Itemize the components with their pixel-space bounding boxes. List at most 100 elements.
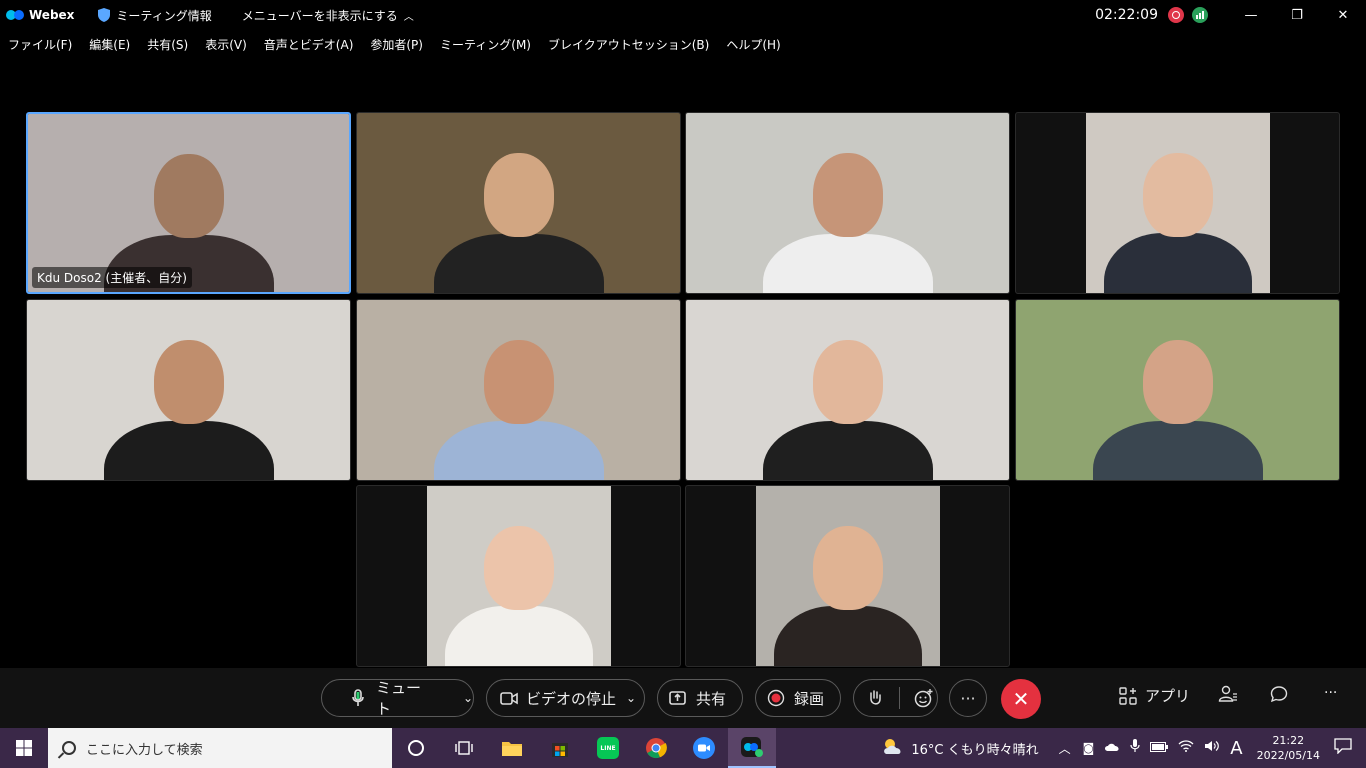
minimize-button[interactable]: — bbox=[1228, 0, 1274, 30]
menu-file[interactable]: ファイル(F) bbox=[8, 36, 72, 53]
store-button[interactable] bbox=[536, 728, 584, 768]
video-tile[interactable] bbox=[685, 112, 1010, 294]
taskbar-date: 2022/05/14 bbox=[1256, 749, 1320, 762]
meeting-info-button[interactable]: ミーティング情報 bbox=[98, 7, 212, 24]
start-button[interactable] bbox=[0, 728, 48, 768]
stop-video-button[interactable]: ビデオの停止 ⌄ bbox=[486, 679, 645, 717]
video-tile[interactable] bbox=[685, 299, 1010, 481]
participant-face bbox=[484, 526, 554, 610]
chevron-down-icon[interactable]: ⌄ bbox=[463, 691, 473, 705]
wifi-icon[interactable] bbox=[1178, 740, 1194, 756]
participant-face bbox=[483, 153, 554, 237]
participant-body bbox=[1092, 420, 1263, 480]
zoom-button[interactable] bbox=[680, 728, 728, 768]
camera-tray-icon[interactable]: ◙ bbox=[1083, 741, 1095, 755]
menu-share[interactable]: 共有(S) bbox=[147, 36, 188, 53]
share-label: 共有 bbox=[696, 689, 727, 708]
video-tile[interactable] bbox=[26, 299, 351, 481]
windows-logo-icon bbox=[16, 740, 32, 756]
meeting-controls: ミュート ⌄ ビデオの停止 ⌄ 共有 録画 ··· ✕ アプリ ··· bbox=[0, 668, 1366, 728]
record-button[interactable]: 録画 bbox=[755, 679, 841, 717]
chrome-button[interactable] bbox=[632, 728, 680, 768]
apps-label: アプリ bbox=[1145, 687, 1191, 705]
close-icon: ✕ bbox=[1012, 687, 1030, 711]
menu-meeting[interactable]: ミーティング(M) bbox=[440, 36, 531, 53]
video-tile[interactable] bbox=[356, 299, 681, 481]
line-app-button[interactable]: LINE bbox=[584, 728, 632, 768]
task-view-button[interactable] bbox=[440, 728, 488, 768]
participant-body bbox=[445, 606, 593, 666]
participant-body bbox=[103, 420, 274, 480]
menu-participants[interactable]: 参加者(P) bbox=[370, 36, 423, 53]
hide-menubar-button[interactable]: メニューバーを非表示にする ︿ bbox=[242, 7, 414, 24]
stop-video-label: ビデオの停止 bbox=[526, 689, 617, 708]
store-icon bbox=[552, 743, 568, 757]
line-icon: LINE bbox=[597, 737, 619, 759]
menu-help[interactable]: ヘルプ(H) bbox=[726, 36, 780, 53]
participant-video bbox=[1086, 113, 1270, 293]
notifications-icon[interactable] bbox=[1334, 738, 1352, 758]
apps-icon bbox=[1119, 686, 1137, 705]
participant-body bbox=[1104, 233, 1252, 293]
weather-text[interactable]: 16°C くもり時々晴れ bbox=[911, 739, 1038, 758]
menu-edit[interactable]: 編集(E) bbox=[89, 36, 130, 53]
divider bbox=[899, 687, 900, 709]
share-screen-icon bbox=[669, 691, 686, 705]
taskbar-time: 21:22 bbox=[1272, 734, 1305, 747]
participant-face bbox=[812, 340, 883, 424]
video-tile[interactable] bbox=[356, 485, 681, 667]
participant-face bbox=[813, 526, 883, 610]
microphone-icon bbox=[352, 689, 364, 707]
more-icon: ··· bbox=[960, 688, 976, 708]
mute-button[interactable]: ミュート ⌄ bbox=[321, 679, 474, 718]
chat-button[interactable] bbox=[1270, 685, 1288, 703]
chevron-up-icon[interactable]: ︿ bbox=[1059, 740, 1071, 757]
raise-hand-icon[interactable] bbox=[865, 689, 885, 707]
battery-icon[interactable] bbox=[1150, 741, 1169, 756]
video-tile[interactable]: Kdu Doso2 (主催者、自分) bbox=[26, 112, 351, 294]
cortana-button[interactable] bbox=[392, 728, 440, 768]
participant-video bbox=[357, 113, 680, 293]
restore-button[interactable]: ❐ bbox=[1274, 0, 1320, 30]
close-window-button[interactable]: ✕ bbox=[1320, 0, 1366, 30]
volume-icon[interactable] bbox=[1204, 740, 1220, 756]
participants-icon bbox=[1218, 685, 1237, 702]
apps-button[interactable]: アプリ bbox=[1119, 685, 1190, 706]
file-explorer-button[interactable] bbox=[488, 728, 536, 768]
video-tile[interactable] bbox=[685, 485, 1010, 667]
webex-taskbar-button[interactable] bbox=[728, 728, 776, 768]
webex-logo: Webex bbox=[6, 8, 74, 22]
menu-audio-video[interactable]: 音声とビデオ(A) bbox=[264, 36, 354, 53]
more-panels-button[interactable]: ··· bbox=[1324, 685, 1337, 701]
video-camera-icon bbox=[500, 691, 518, 705]
title-bar: Webex ミーティング情報 メニューバーを非表示にする ︿ 02:22:09 … bbox=[0, 0, 1366, 30]
participants-button[interactable] bbox=[1218, 685, 1238, 703]
video-tile[interactable] bbox=[1015, 299, 1340, 481]
meeting-info-label: ミーティング情報 bbox=[116, 8, 212, 23]
video-tile[interactable] bbox=[1015, 112, 1340, 294]
chevron-down-icon[interactable]: ⌄ bbox=[626, 691, 636, 705]
more-options-button[interactable]: ··· bbox=[949, 679, 987, 717]
record-icon bbox=[767, 689, 785, 707]
windows-taskbar: ここに入力して検索 LINE 16°C くもり時々晴れ ︿ ◙ A 21:22 … bbox=[0, 728, 1366, 768]
network-stats-icon[interactable] bbox=[1192, 7, 1208, 23]
taskbar-search-box[interactable]: ここに入力して検索 bbox=[48, 728, 392, 768]
taskbar-clock[interactable]: 21:22 2022/05/14 bbox=[1257, 733, 1320, 763]
recording-indicator-icon bbox=[1168, 7, 1184, 23]
microphone-tray-icon[interactable] bbox=[1130, 739, 1140, 757]
ime-indicator[interactable]: A bbox=[1230, 738, 1242, 759]
menu-view[interactable]: 表示(V) bbox=[205, 36, 247, 53]
menu-bar: ファイル(F) 編集(E) 共有(S) 表示(V) 音声とビデオ(A) 参加者(… bbox=[0, 32, 790, 56]
reaction-emoji-icon[interactable] bbox=[914, 688, 934, 708]
video-tile[interactable] bbox=[356, 112, 681, 294]
menu-breakout[interactable]: ブレイクアウトセッション(B) bbox=[548, 36, 709, 53]
participant-face bbox=[153, 154, 224, 238]
end-meeting-button[interactable]: ✕ bbox=[1001, 679, 1041, 719]
webex-logo-icon bbox=[6, 10, 24, 20]
participant-video bbox=[1016, 300, 1339, 480]
participant-body bbox=[433, 420, 604, 480]
onedrive-icon[interactable] bbox=[1104, 741, 1120, 756]
participant-body bbox=[774, 606, 922, 666]
weather-icon bbox=[881, 736, 905, 760]
share-button[interactable]: 共有 bbox=[657, 679, 743, 717]
